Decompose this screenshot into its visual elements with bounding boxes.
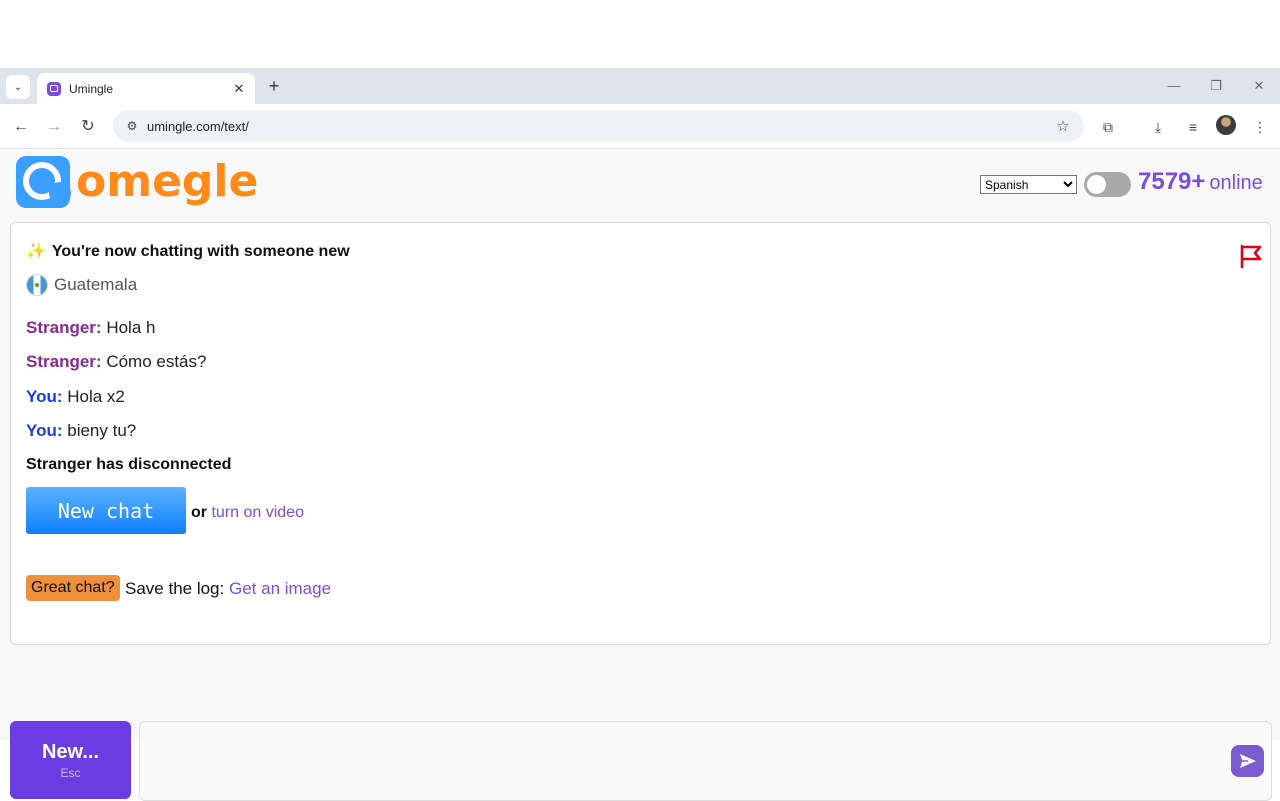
video-option: or turn on video <box>191 504 304 522</box>
message-text: Hola x2 <box>67 387 125 406</box>
restore-button[interactable]: ❐ <box>1201 76 1231 96</box>
logo-bubble-icon <box>16 156 72 208</box>
stranger-country: Guatemala <box>26 274 137 296</box>
send-button[interactable] <box>1231 745 1264 777</box>
minimize-button[interactable]: — <box>1159 76 1189 96</box>
message-text: Cómo estás? <box>106 352 207 371</box>
new-tab-button[interactable]: + <box>262 74 286 98</box>
chat-favicon-icon <box>47 81 61 96</box>
composer: New... Esc <box>10 721 1272 801</box>
site-info-icon[interactable]: ⚙ <box>117 119 147 133</box>
url-text[interactable]: umingle.com/text/ <box>147 119 1048 134</box>
message-row: Stranger: Hola h <box>26 318 155 338</box>
tab-bar: ⌄ Umingle ✕ + — ❐ ✕ <box>0 68 1280 104</box>
browser-menu-icon[interactable]: ⋮ <box>1248 115 1272 139</box>
message-sender: You: <box>26 387 63 406</box>
message-input[interactable] <box>139 721 1272 801</box>
address-bar[interactable]: ⚙ umingle.com/text/ ☆ <box>113 110 1084 142</box>
tab-close-icon[interactable]: ✕ <box>229 81 249 97</box>
status-text: You're now chatting with someone new <box>51 243 350 260</box>
window-close-button[interactable]: ✕ <box>1244 76 1274 96</box>
disconnected-notice: Stranger has disconnected <box>26 456 232 473</box>
address-toolbar: ← → ↻ ⚙ umingle.com/text/ ☆ ⧉ ⤓ ≡ ⋮ <box>0 104 1280 149</box>
save-log: Save the log: Get an image <box>125 579 331 599</box>
back-button[interactable]: ← <box>9 115 33 139</box>
chevron-down-icon: ⌄ <box>13 81 23 93</box>
forward-button[interactable]: → <box>42 115 66 139</box>
online-label: online <box>1209 172 1263 194</box>
message-sender: Stranger: <box>26 352 102 371</box>
message-sender: Stranger: <box>26 318 102 337</box>
toggle-knob <box>1087 175 1106 194</box>
message-sender: You: <box>26 421 63 440</box>
message-text: Hola h <box>106 318 156 337</box>
report-flag-icon[interactable] <box>1238 243 1264 269</box>
save-log-text: Save the log: <box>125 579 225 598</box>
page-content: omegle Spanish 7579+ online ✨ You're now … <box>0 150 1280 801</box>
chat-log: ✨ You're now chatting with someone new Gu… <box>10 222 1271 645</box>
language-select[interactable]: Spanish <box>980 175 1077 194</box>
tab-umingle[interactable]: Umingle ✕ <box>37 73 255 104</box>
reload-button[interactable]: ↻ <box>76 115 100 139</box>
send-icon <box>1239 754 1256 768</box>
turn-on-video-link[interactable]: turn on video <box>211 504 304 521</box>
tab-search-button[interactable]: ⌄ <box>6 75 30 99</box>
great-chat-badge: Great chat? <box>26 575 120 601</box>
message-row: You: bieny tu? <box>26 421 136 441</box>
site-logo[interactable]: omegle <box>16 156 258 208</box>
message-row: Stranger: Cómo estás? <box>26 352 206 372</box>
new-button-label: New... <box>41 740 100 763</box>
new-button[interactable]: New... Esc <box>10 721 131 799</box>
download-icon[interactable]: ⤓ <box>1146 115 1170 139</box>
bookmark-star-icon[interactable]: ☆ <box>1048 117 1078 135</box>
get-image-link[interactable]: Get an image <box>229 579 331 598</box>
logo-text: omegle <box>76 156 259 207</box>
country-name: Guatemala <box>54 275 138 294</box>
new-button-shortcut: Esc <box>60 765 81 780</box>
new-chat-button[interactable]: New chat <box>26 487 186 534</box>
message-row: You: Hola x2 <box>26 387 125 407</box>
online-count: 7579+ <box>1138 168 1206 195</box>
profile-avatar[interactable] <box>1216 115 1236 135</box>
guatemala-flag-icon <box>26 274 48 296</box>
online-counter: 7579+ online <box>1138 168 1263 196</box>
extensions-icon[interactable]: ⧉ <box>1096 115 1120 139</box>
theme-toggle[interactable] <box>1084 172 1131 197</box>
or-text: or <box>191 504 207 521</box>
browser-window: ⌄ Umingle ✕ + — ❐ ✕ ← → ↻ ⚙ umingle.com/… <box>0 68 1280 801</box>
media-controls-icon[interactable]: ≡ <box>1181 115 1205 139</box>
sparkle-icon: ✨ <box>26 243 46 260</box>
message-text: bieny tu? <box>67 421 137 440</box>
tab-title: Umingle <box>69 81 114 96</box>
chat-status: ✨ You're now chatting with someone new <box>26 241 350 261</box>
